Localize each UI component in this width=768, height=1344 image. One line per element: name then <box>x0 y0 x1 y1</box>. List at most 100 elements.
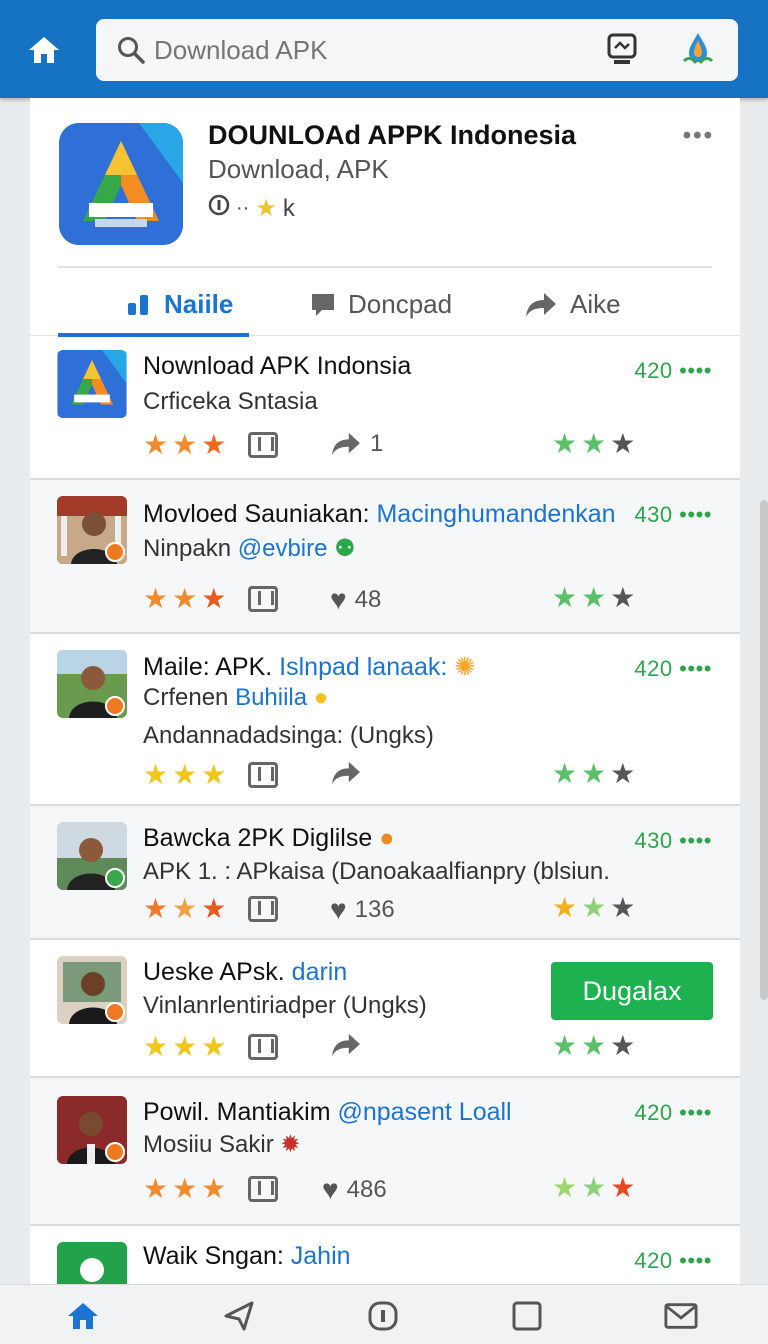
like-action[interactable]: ♥ 48 <box>330 584 381 616</box>
item-avatar <box>57 1242 127 1286</box>
item-title: Waik Sngan: Jahin <box>143 1242 351 1270</box>
star-icon: ★ <box>610 428 636 459</box>
item-count: 430 •••• <box>634 828 712 853</box>
item-actions: ★ ★ ★ <box>143 894 279 924</box>
bookmark-icon[interactable] <box>248 432 279 458</box>
item-avatar <box>57 822 127 890</box>
share-action[interactable]: 1 <box>330 430 383 458</box>
share-count: 1 <box>370 430 384 457</box>
star-icon: ★ <box>552 582 578 613</box>
item-actions: ★ ★ ★ <box>143 1032 279 1062</box>
star-icon: ★ <box>552 1030 578 1061</box>
bookmark-icon[interactable] <box>248 586 279 612</box>
top-app-bar <box>0 0 768 98</box>
rating-stars: ★ ★ ★ <box>143 895 226 923</box>
list-item[interactable]: Nownload APK Indonsia Crficeka Sntasia 4… <box>30 336 740 480</box>
tab-label: Doncpad <box>348 289 453 319</box>
like-count: 136 <box>354 896 395 923</box>
nav-home-circle-icon[interactable] <box>366 1299 400 1333</box>
item-avatar <box>57 496 127 564</box>
score-stars: ★ ★ ★ <box>552 430 635 458</box>
item-actions: ★ ★ ★ <box>143 1173 279 1204</box>
item-title: Movloed Sauniakan: Macinghumandenkan <box>143 500 616 528</box>
share-action[interactable] <box>330 760 362 786</box>
star-icon: ★ <box>581 1030 607 1061</box>
item-count: 420 •••• <box>634 358 712 383</box>
divider <box>58 266 712 268</box>
item-count: 430 •••• <box>634 502 712 527</box>
star-icon: ★ <box>201 429 227 460</box>
verified-badge <box>105 542 125 562</box>
score-stars: ★ ★ ★ <box>552 1174 635 1202</box>
item-title: Nownload APK Indonsia <box>143 352 412 380</box>
nav-mail-icon[interactable] <box>664 1299 698 1333</box>
star-icon: ★ <box>201 893 227 924</box>
download-button[interactable]: Dugalax <box>551 962 713 1020</box>
star-icon: ★ <box>143 759 169 790</box>
list-item[interactable]: Movloed Sauniakan: Macinghumandenkan Nin… <box>30 480 740 634</box>
star-icon: ★ <box>581 582 607 613</box>
star-icon: ★ <box>552 892 578 923</box>
app-logo <box>59 123 183 245</box>
score-stars: ★ ★ ★ <box>552 1032 635 1060</box>
comment-icon <box>312 293 334 316</box>
share-icon <box>332 432 360 456</box>
list-item[interactable]: Maile: APK. Islnpad lanaak: ✺ Crfenen Bu… <box>30 634 740 806</box>
tab-doncpad[interactable]: Doncpad <box>310 273 452 336</box>
more-options-icon[interactable]: ••• <box>683 122 714 150</box>
emoji-icon: ● <box>379 824 395 852</box>
emoji-icon: ✹ <box>280 1131 301 1158</box>
item-actions: ★ ★ ★ <box>143 429 279 460</box>
water-drop-icon[interactable] <box>680 31 716 69</box>
list-item[interactable]: Waik Sngan: Jahin 420 •••• <box>30 1226 740 1286</box>
star-icon: ★ <box>201 1173 227 1204</box>
star-icon: ★ <box>172 759 198 790</box>
bookmark-icon[interactable] <box>248 896 279 922</box>
item-description: Andannadadsinga: (Ungks) <box>143 722 434 749</box>
app-meta: ·· ★ k <box>208 194 295 223</box>
share-action[interactable] <box>330 1032 362 1058</box>
verified-badge <box>105 696 125 716</box>
search-bar[interactable] <box>96 19 738 81</box>
app-title: DOUNLOAd APPK Indonesia <box>208 120 577 150</box>
home-icon[interactable] <box>22 28 66 72</box>
star-icon: ★ <box>610 758 636 789</box>
nav-recents-icon[interactable] <box>510 1299 544 1333</box>
rating-stars: ★ ★ ★ <box>143 1033 226 1061</box>
like-action[interactable]: ♥ 486 <box>322 1174 387 1206</box>
info-icon <box>208 194 230 223</box>
item-count: 420 •••• <box>634 1100 712 1125</box>
nav-home-icon[interactable] <box>66 1299 100 1333</box>
star-icon: ★ <box>143 893 169 924</box>
app-subtitle: Download, APK <box>208 154 389 184</box>
star-icon: ★ <box>552 428 578 459</box>
list-item[interactable]: Powil. Mantiakim @npasent Loall Mosiiu S… <box>30 1078 740 1226</box>
bottom-navigation <box>0 1284 768 1344</box>
star-icon: ★ <box>143 583 169 614</box>
tab-label: Aike <box>570 289 621 319</box>
share-icon <box>526 292 556 317</box>
list-item[interactable]: Ueske APsk. darin Vinlanrlentiriadper (U… <box>30 940 740 1078</box>
bookmark-icon[interactable] <box>248 762 279 788</box>
verified-badge <box>105 1002 125 1022</box>
list-item[interactable]: Bawcka 2PK Diglilse ● APK 1. : APkaisa (… <box>30 806 740 940</box>
star-icon: ★ <box>143 429 169 460</box>
search-input[interactable] <box>154 34 574 66</box>
star-icon: ★ <box>172 583 198 614</box>
like-count: 486 <box>346 1176 387 1203</box>
nav-back-icon[interactable] <box>222 1299 256 1333</box>
bookmark-icon[interactable] <box>248 1034 279 1060</box>
like-action[interactable]: ♥ 136 <box>330 894 395 926</box>
tab-aike[interactable]: Aike <box>524 273 621 336</box>
bookmark-icon[interactable] <box>248 1176 279 1202</box>
dots-icon: ·· <box>236 197 250 219</box>
scan-icon[interactable] <box>606 33 638 67</box>
verified-badge <box>105 1142 125 1162</box>
star-icon: ★ <box>172 1031 198 1062</box>
scrollbar[interactable] <box>760 500 768 1000</box>
score-stars: ★ ★ ★ <box>552 760 635 788</box>
tab-naiile[interactable]: Naiile <box>57 273 250 337</box>
star-icon: ★ <box>172 893 198 924</box>
star-icon: ★ <box>172 429 198 460</box>
star-icon: ★ <box>610 1030 636 1061</box>
